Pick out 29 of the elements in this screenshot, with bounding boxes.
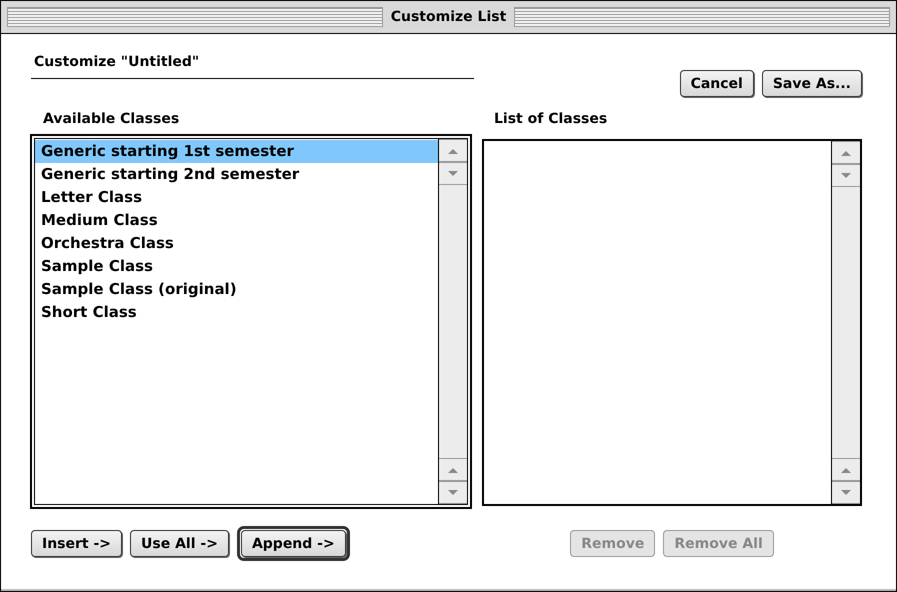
scroll-bar[interactable]	[831, 141, 860, 504]
list-box[interactable]: Generic starting 1st semester Generic starting 2nd semester Letter Class Medium Class Orchestra Class Sample Class Sample Class (original) Short Class	[31, 135, 471, 508]
window-title: Customize List	[390, 9, 506, 25]
list-box[interactable]	[482, 139, 862, 506]
scroll-up-icon[interactable]	[447, 466, 459, 474]
list-item[interactable]: Sample Class (original)	[35, 278, 438, 301]
button[interactable]: Insert ->	[31, 530, 122, 557]
scroll-up-icon[interactable]	[840, 148, 852, 156]
list-item[interactable]: Sample Class	[35, 255, 438, 278]
list-item[interactable]: Generic starting 1st semester	[35, 140, 438, 163]
list-label: List of Classes	[493, 111, 608, 129]
scroll-up-icon[interactable]	[447, 146, 459, 154]
list-item[interactable]: Short Class	[35, 301, 438, 324]
scroll-down-icon[interactable]	[840, 488, 852, 496]
scroll-down-icon[interactable]	[447, 170, 459, 178]
scroll-bar[interactable]	[438, 139, 467, 504]
list-item[interactable]: Letter Class	[35, 186, 438, 209]
button[interactable]: Cancel	[680, 70, 754, 97]
scroll-down-icon[interactable]	[840, 172, 852, 180]
dialog-heading: Customize "Untitled"	[31, 48, 474, 79]
button[interactable]: Append ->	[240, 530, 346, 557]
list-item[interactable]: Orchestra Class	[35, 232, 438, 255]
list-label: Available Classes	[42, 111, 180, 129]
scroll-up-icon[interactable]	[840, 466, 852, 474]
button[interactable]: Save As...	[762, 70, 862, 97]
button[interactable]: Use All ->	[130, 530, 229, 557]
list-item[interactable]: Medium Class	[35, 209, 438, 232]
list-item[interactable]: Generic starting 2nd semester	[35, 163, 438, 186]
scroll-down-icon[interactable]	[447, 488, 459, 496]
